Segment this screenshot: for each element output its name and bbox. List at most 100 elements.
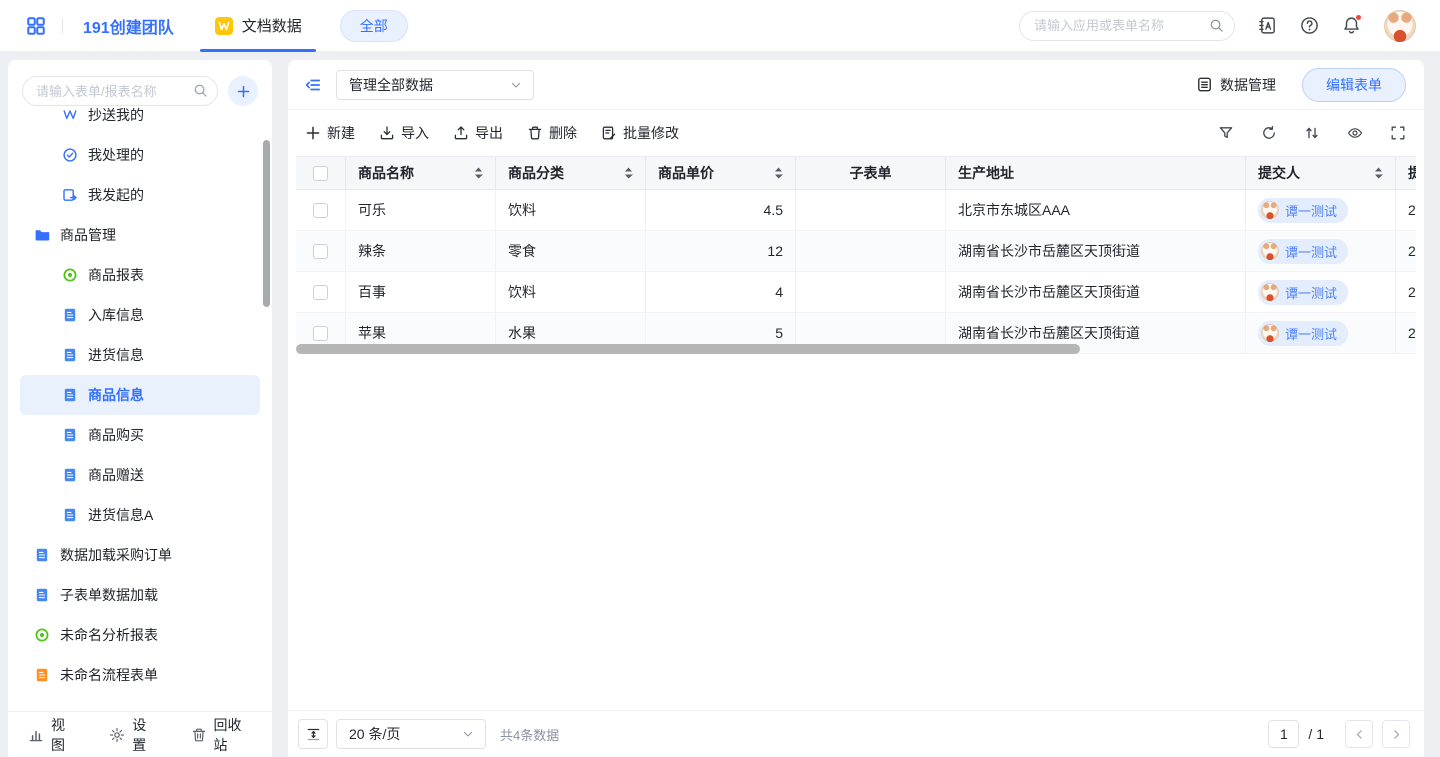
row-checkbox-cell (296, 272, 346, 312)
sidebar-item[interactable]: 商品报表 (20, 255, 260, 295)
sort-icon[interactable] (1304, 125, 1320, 141)
data-view-select[interactable]: 管理全部数据 (336, 70, 534, 100)
new-button[interactable]: 新建 (305, 123, 355, 143)
sort-icon[interactable] (474, 167, 483, 179)
prev-page-button[interactable] (1345, 720, 1373, 748)
sidebar-scrollbar[interactable] (263, 140, 270, 307)
row-checkbox[interactable] (313, 203, 328, 218)
sidebar-item-label: 商品报表 (88, 265, 144, 285)
row-checkbox-cell (296, 190, 346, 230)
recycle-button[interactable]: 回收站 (191, 715, 253, 755)
sidebar-item-label: 进货信息A (88, 505, 153, 525)
chart-icon (28, 727, 44, 743)
column-label: 生产地址 (958, 163, 1014, 183)
submitter-pill[interactable]: 谭一测试 (1258, 198, 1348, 223)
team-name[interactable]: 191创建团队 (83, 14, 174, 38)
add-form-button[interactable] (228, 76, 258, 106)
cell-category: 零食 (496, 231, 646, 271)
select-all-checkbox[interactable] (313, 166, 328, 181)
contacts-icon[interactable] (1258, 16, 1277, 35)
batch-edit-button[interactable]: 批量修改 (601, 123, 679, 143)
sidebar-item[interactable]: 商品信息 (20, 375, 260, 415)
sidebar-item[interactable]: 进货信息 (20, 335, 260, 375)
scope-all-pill[interactable]: 全部 (340, 10, 408, 42)
chevron-down-icon (509, 78, 523, 92)
column-header-submitter[interactable]: 提交人 (1246, 157, 1396, 189)
cell-name: 辣条 (346, 231, 496, 271)
tab-label: 文档数据 (242, 15, 302, 36)
doc-blue-icon (62, 467, 78, 483)
sidebar-item[interactable]: 商品购买 (20, 415, 260, 455)
sidebar-item-label: 我处理的 (88, 145, 144, 165)
sidebar-item[interactable]: 商品赠送 (20, 455, 260, 495)
sidebar-item[interactable]: 抄送我的 (20, 105, 260, 135)
check-circle-icon (62, 147, 78, 163)
sidebar-item[interactable]: 我处理的 (20, 135, 260, 175)
sidebar-search-input[interactable] (22, 76, 218, 106)
submitter-pill[interactable]: 谭一测试 (1258, 239, 1348, 264)
column-header-category[interactable]: 商品分类 (496, 157, 646, 189)
cell-price: 12 (646, 231, 796, 271)
sort-icon[interactable] (1374, 167, 1383, 179)
sidebar-item[interactable]: 商品管理 (20, 215, 260, 255)
views-button[interactable]: 视图 (28, 715, 76, 755)
data-manage-button[interactable]: 数据管理 (1196, 75, 1276, 95)
horizontal-scrollbar[interactable] (296, 344, 1080, 354)
column-header-name[interactable]: 商品名称 (346, 157, 496, 189)
sidebar: 抄送我的我处理的我发起的商品管理商品报表入库信息进货信息商品信息商品购买商品赠送… (8, 60, 272, 757)
import-button[interactable]: 导入 (379, 123, 429, 143)
trash-icon (527, 125, 543, 141)
current-page-box[interactable]: 1 (1268, 720, 1299, 748)
row-checkbox[interactable] (313, 285, 328, 300)
table-row[interactable]: 百事饮料4湖南省长沙市岳麓区天顶街道谭一测试20 (296, 272, 1416, 313)
settings-button[interactable]: 设置 (109, 715, 157, 755)
main-header-right: 数据管理 编辑表单 (1196, 68, 1406, 102)
row-checkbox[interactable] (313, 244, 328, 259)
notification-bell-icon[interactable] (1342, 16, 1361, 35)
recycle-label: 回收站 (214, 715, 253, 755)
collapse-sidebar-icon[interactable] (304, 76, 322, 94)
submitter-pill[interactable]: 谭一测试 (1258, 280, 1348, 305)
sidebar-search (22, 76, 218, 106)
sidebar-item[interactable]: 入库信息 (20, 295, 260, 335)
tab-document-data[interactable]: 文档数据 (214, 0, 302, 52)
sort-icon[interactable] (624, 167, 633, 179)
navbar-left: 191创建团队 文档数据 全部 (26, 0, 408, 52)
help-icon[interactable] (1300, 16, 1319, 35)
row-checkbox[interactable] (313, 326, 328, 341)
sidebar-item[interactable]: 未命名分析报表 (20, 615, 260, 655)
global-search-input[interactable] (1019, 11, 1235, 41)
cell-time: 20 (1396, 272, 1416, 312)
column-header-price[interactable]: 商品单价 (646, 157, 796, 189)
sidebar-item[interactable]: 数据加载采购订单 (20, 535, 260, 575)
edit-form-button[interactable]: 编辑表单 (1302, 68, 1406, 102)
sidebar-item[interactable]: 进货信息A (20, 495, 260, 535)
sort-icon[interactable] (774, 167, 783, 179)
page-size-select[interactable]: 20 条/页 (336, 719, 486, 749)
column-label: 商品分类 (508, 163, 564, 183)
table-row[interactable]: 辣条零食12湖南省长沙市岳麓区天顶街道谭一测试20 (296, 231, 1416, 272)
plus-icon (305, 125, 321, 141)
delete-button[interactable]: 删除 (527, 123, 577, 143)
search-icon (1209, 18, 1224, 33)
sidebar-item[interactable]: 未命名流程表单 (20, 655, 260, 695)
fullscreen-icon[interactable] (1390, 125, 1406, 141)
filter-icon[interactable] (1218, 125, 1234, 141)
user-avatar[interactable] (1384, 10, 1416, 42)
data-manage-icon (1196, 76, 1213, 93)
page-count-label: / 1 (1308, 726, 1324, 742)
data-manage-label: 数据管理 (1220, 75, 1276, 95)
row-height-button[interactable] (298, 719, 328, 749)
next-page-button[interactable] (1382, 720, 1410, 748)
sidebar-item-label: 商品购买 (88, 425, 144, 445)
sidebar-item[interactable]: 我发起的 (20, 175, 260, 215)
visibility-icon[interactable] (1347, 125, 1363, 141)
sidebar-item[interactable]: 子表单数据加载 (20, 575, 260, 615)
cell-category: 饮料 (496, 190, 646, 230)
table-row[interactable]: 可乐饮料4.5北京市东城区AAA谭一测试20 (296, 190, 1416, 231)
export-button[interactable]: 导出 (453, 123, 503, 143)
app-grid-icon[interactable] (26, 16, 46, 36)
refresh-icon[interactable] (1261, 125, 1277, 141)
submitter-pill[interactable]: 谭一测试 (1258, 321, 1348, 346)
sidebar-item-label: 商品管理 (60, 225, 116, 245)
